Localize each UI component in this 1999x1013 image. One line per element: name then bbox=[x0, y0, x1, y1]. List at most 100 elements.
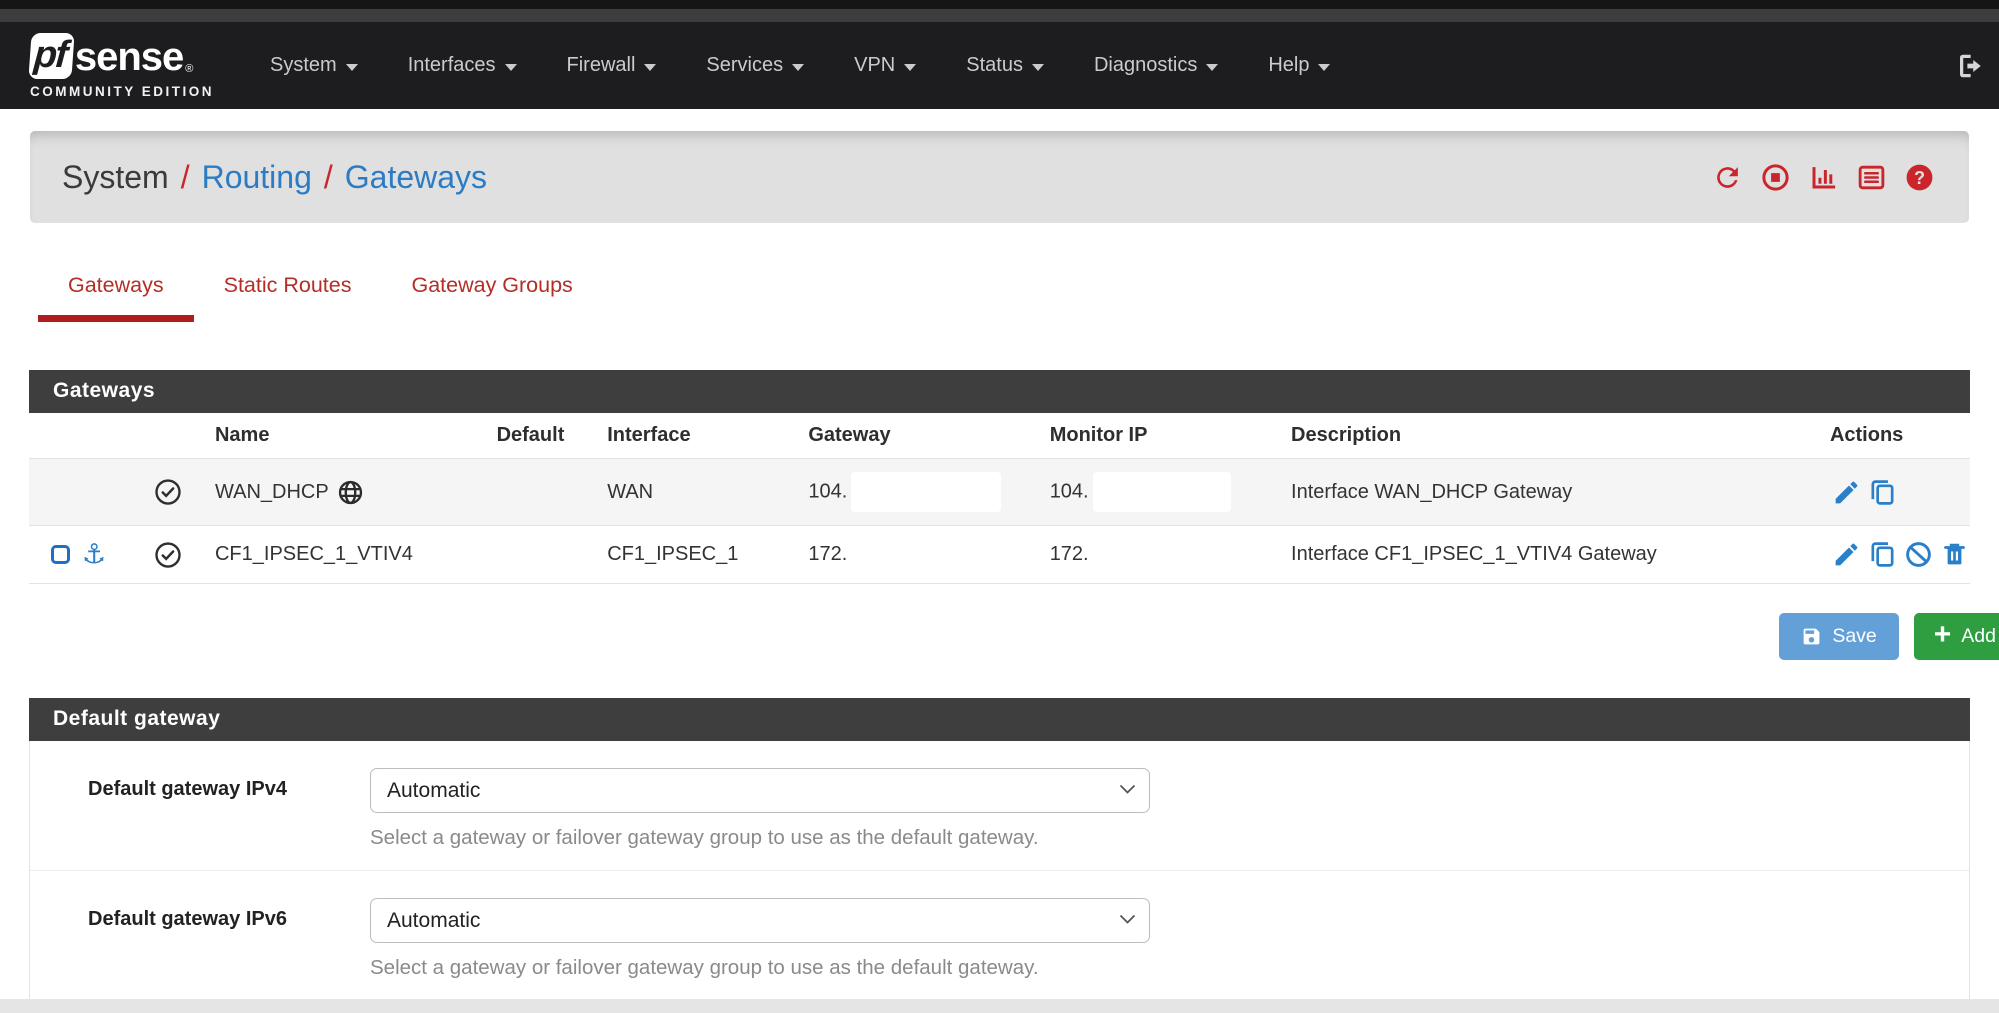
default-gateway-ipv4-label: Default gateway IPv4 bbox=[88, 768, 370, 850]
gateway-default-cell bbox=[487, 459, 598, 526]
sign-out-icon[interactable] bbox=[1955, 51, 1985, 81]
globe-icon bbox=[337, 479, 364, 506]
tab-static-routes[interactable]: Static Routes bbox=[194, 273, 382, 322]
nav-item-label: System bbox=[270, 54, 337, 77]
chart-bar-icon[interactable] bbox=[1808, 162, 1839, 193]
default-gateway-ipv6-select[interactable]: Automatic bbox=[370, 898, 1150, 943]
anchor-icon: ⚓ bbox=[82, 541, 106, 568]
main-navbar: pf sense ® COMMUNITY EDITION System Inte… bbox=[0, 22, 1999, 109]
chevron-down-icon bbox=[1318, 64, 1330, 71]
nav-item-label: Help bbox=[1268, 54, 1309, 77]
pfsense-logo[interactable]: pf sense ® COMMUNITY EDITION bbox=[30, 33, 214, 99]
column-header-gateway: Gateway bbox=[798, 413, 1039, 459]
copy-icon[interactable] bbox=[1868, 478, 1897, 507]
column-header-icons bbox=[29, 413, 205, 459]
nav-item-services[interactable]: Services bbox=[706, 54, 804, 77]
breadcrumb-gateways-link[interactable]: Gateways bbox=[345, 159, 487, 196]
nav-item-status[interactable]: Status bbox=[966, 54, 1044, 77]
gateway-address: 172. bbox=[808, 543, 847, 565]
nav-item-system[interactable]: System bbox=[270, 54, 358, 77]
table-row-wan-dhcp: WAN_DHCP WAN 104. 104. Interface WAN_DHC… bbox=[29, 459, 1970, 526]
chevron-down-icon bbox=[792, 64, 804, 71]
refresh-icon[interactable] bbox=[1712, 162, 1743, 193]
tab-bar: Gateways Static Routes Gateway Groups bbox=[38, 273, 1999, 322]
monitor-ip: 172. bbox=[1050, 543, 1089, 565]
chevron-down-icon bbox=[904, 64, 916, 71]
column-header-default: Default bbox=[487, 413, 598, 459]
redaction-box bbox=[851, 472, 1001, 512]
form-row-ipv4: Default gateway IPv4 Automatic Select a … bbox=[30, 741, 1969, 870]
default-gateway-panel: Default gateway Default gateway IPv4 Aut… bbox=[29, 698, 1970, 1001]
column-header-monitor-ip: Monitor IP bbox=[1040, 413, 1281, 459]
add-button-label: Add bbox=[1961, 625, 1996, 648]
disable-icon[interactable] bbox=[1904, 540, 1933, 569]
breadcrumb-system: System bbox=[62, 159, 169, 196]
check-circle-icon bbox=[153, 477, 195, 507]
gateway-address: 104. bbox=[808, 480, 847, 502]
gateway-interface: WAN bbox=[597, 459, 798, 526]
help-icon[interactable]: ? bbox=[1904, 162, 1935, 193]
gateway-name: CF1_IPSEC_1_VTIV4 bbox=[215, 543, 413, 565]
nav-item-label: Diagnostics bbox=[1094, 54, 1197, 77]
nav-menu: System Interfaces Firewall Services VPN … bbox=[270, 54, 1955, 77]
nav-item-help[interactable]: Help bbox=[1268, 54, 1330, 77]
window-title-strip bbox=[0, 9, 1999, 22]
chevron-down-icon bbox=[1032, 64, 1044, 71]
gateways-panel: Gateways Name Default Interface Gateway … bbox=[29, 370, 1970, 584]
nav-item-label: Status bbox=[966, 54, 1023, 77]
edit-icon[interactable] bbox=[1832, 540, 1861, 569]
edit-icon[interactable] bbox=[1832, 478, 1861, 507]
default-gateway-panel-title: Default gateway bbox=[29, 698, 1970, 741]
nav-item-vpn[interactable]: VPN bbox=[854, 54, 916, 77]
page-action-icons: ? bbox=[1712, 162, 1935, 193]
gateway-description: Interface WAN_DHCP Gateway bbox=[1281, 459, 1794, 526]
registered-mark: ® bbox=[185, 63, 193, 75]
svg-text:?: ? bbox=[1914, 167, 1925, 187]
save-button-label: Save bbox=[1832, 625, 1876, 648]
redaction-box bbox=[1093, 472, 1231, 512]
checkbox-icon[interactable] bbox=[51, 545, 70, 564]
form-row-ipv6: Default gateway IPv6 Automatic Select a … bbox=[30, 870, 1969, 1000]
nav-item-diagnostics[interactable]: Diagnostics bbox=[1094, 54, 1218, 77]
tab-gateways[interactable]: Gateways bbox=[38, 273, 194, 322]
save-button[interactable]: Save bbox=[1779, 613, 1898, 660]
gateway-default-cell bbox=[487, 526, 598, 584]
column-header-actions: Actions bbox=[1794, 413, 1970, 459]
stop-icon[interactable] bbox=[1760, 162, 1791, 193]
column-header-interface: Interface bbox=[597, 413, 798, 459]
log-list-icon[interactable] bbox=[1856, 162, 1887, 193]
nav-item-label: VPN bbox=[854, 54, 895, 77]
nav-item-interfaces[interactable]: Interfaces bbox=[408, 54, 517, 77]
breadcrumb: System / Routing / Gateways bbox=[62, 159, 487, 196]
chevron-down-icon bbox=[644, 64, 656, 71]
tab-gateway-groups[interactable]: Gateway Groups bbox=[381, 273, 602, 322]
gateways-table: Name Default Interface Gateway Monitor I… bbox=[29, 413, 1970, 584]
add-button[interactable]: + Add bbox=[1914, 613, 1999, 660]
window-top-strip bbox=[0, 0, 1999, 9]
monitor-ip: 104. bbox=[1050, 480, 1089, 502]
gateway-interface: CF1_IPSEC_1 bbox=[597, 526, 798, 584]
nav-item-firewall[interactable]: Firewall bbox=[567, 54, 657, 77]
table-header-row: Name Default Interface Gateway Monitor I… bbox=[29, 413, 1970, 459]
page-background-strip bbox=[0, 999, 1999, 1013]
table-row-cf1-ipsec: ⚓ CF1_IPSEC_1_VTIV4 CF1_IPSEC_1 172. 172… bbox=[29, 526, 1970, 584]
breadcrumb-separator: / bbox=[181, 159, 190, 196]
column-header-description: Description bbox=[1281, 413, 1794, 459]
column-header-name: Name bbox=[205, 413, 487, 459]
gateway-description: Interface CF1_IPSEC_1_VTIV4 Gateway bbox=[1281, 526, 1794, 584]
default-gateway-ipv4-select[interactable]: Automatic bbox=[370, 768, 1150, 813]
breadcrumb-routing-link[interactable]: Routing bbox=[202, 159, 312, 196]
chevron-down-icon bbox=[1206, 64, 1218, 71]
chevron-down-icon bbox=[505, 64, 517, 71]
check-circle-icon bbox=[153, 540, 195, 570]
button-row: Save + Add bbox=[0, 613, 1999, 660]
nav-item-label: Interfaces bbox=[408, 54, 496, 77]
community-edition-label: COMMUNITY EDITION bbox=[30, 84, 214, 99]
copy-icon[interactable] bbox=[1868, 540, 1897, 569]
default-gateway-ipv6-label: Default gateway IPv6 bbox=[88, 898, 370, 980]
default-gateway-ipv6-help: Select a gateway or failover gateway gro… bbox=[370, 956, 1150, 980]
plus-icon: + bbox=[1934, 620, 1952, 650]
pfsense-logo-sense: sense bbox=[75, 35, 183, 79]
save-icon bbox=[1801, 626, 1822, 647]
delete-icon[interactable] bbox=[1940, 540, 1969, 569]
